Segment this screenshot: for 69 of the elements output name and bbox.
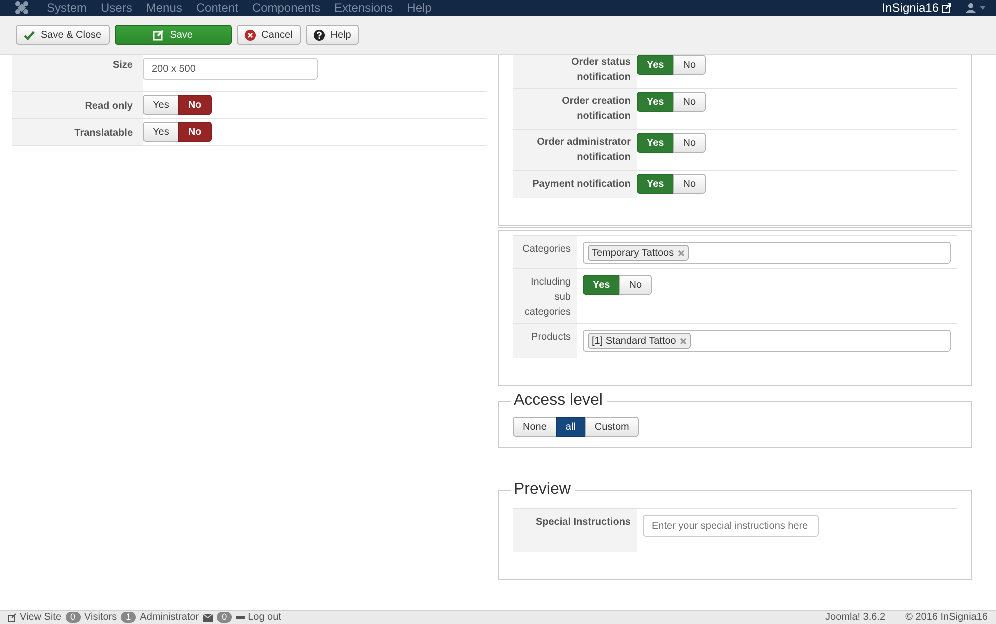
view-site-link[interactable]: View Site	[8, 612, 62, 623]
cancel-icon	[244, 30, 256, 40]
field-label: Translatable	[12, 119, 143, 145]
toggle-option[interactable]: Yes	[637, 92, 674, 112]
user-menu[interactable]	[966, 3, 986, 13]
minus-icon	[236, 613, 246, 622]
field-label: Including sub categories	[513, 269, 577, 323]
caret-icon	[980, 6, 986, 10]
edit-icon	[153, 30, 164, 40]
menu-item[interactable]: System	[47, 1, 88, 15]
status-text: Visitors	[84, 612, 118, 623]
toggle-option[interactable]: Yes	[637, 174, 674, 194]
field-label: Read only	[12, 92, 143, 118]
toggle-option[interactable]: No	[178, 122, 212, 142]
menu-item[interactable]: Menus	[146, 1, 182, 15]
field-label: Categories	[513, 236, 577, 268]
count-badge: 0	[217, 612, 232, 623]
toggle-option[interactable]: No	[619, 275, 652, 295]
count-badge: 0	[66, 612, 81, 623]
site-link[interactable]: InSignia16	[882, 1, 952, 15]
toggle-option[interactable]: No	[673, 133, 706, 153]
field-label: Products	[513, 324, 577, 358]
tag-chip[interactable]: Temporary Tattoos	[588, 245, 690, 261]
text-field[interactable]: Enter your special instructions here	[643, 515, 819, 537]
status-text: © 2016 InSignia16	[906, 612, 988, 623]
toggle-option[interactable]: all	[556, 417, 586, 437]
count-badge: 1	[121, 612, 136, 623]
tag-field[interactable]: [1] Standard Tattoo	[583, 330, 951, 352]
external-link-icon	[942, 3, 952, 13]
logout-link[interactable]: Log out	[236, 612, 282, 623]
toolbar-button[interactable]: Help	[306, 25, 360, 45]
toggle-option[interactable]: No	[673, 92, 706, 112]
user-icon	[966, 3, 976, 13]
toggle-option[interactable]: No	[673, 55, 706, 75]
toolbar-button[interactable]: Save	[114, 25, 232, 45]
logo-icon	[15, 1, 29, 15]
external-link-icon	[8, 613, 17, 622]
toggle-option[interactable]: Custom	[584, 417, 640, 437]
status-text: Joomla! 3.6.2	[826, 612, 886, 623]
field-label: Payment notification	[513, 171, 637, 198]
menu-item[interactable]: Components	[252, 1, 320, 15]
field-label: Order creation notification	[513, 89, 637, 129]
remove-icon	[678, 250, 686, 256]
toggle-option[interactable]: Yes	[637, 55, 674, 75]
field-label: Special Instructions	[513, 509, 637, 552]
field-label: Size	[12, 55, 143, 91]
toggle-option[interactable]: Yes	[143, 122, 180, 142]
field-label: Order status notification	[513, 55, 637, 88]
text-field[interactable]: 200 x 500	[143, 58, 318, 80]
help-icon	[314, 30, 325, 40]
field-label: Order administrator notification	[513, 130, 637, 170]
toolbar-button[interactable]: Cancel	[236, 25, 301, 45]
remove-icon	[680, 338, 688, 344]
mail-icon	[203, 614, 214, 622]
check-icon	[24, 30, 35, 40]
menu-item[interactable]: Users	[101, 1, 132, 15]
toggle-option[interactable]: None	[513, 417, 557, 437]
menu-item[interactable]: Extensions	[334, 1, 394, 15]
menu-item[interactable]: Content	[196, 1, 238, 15]
menu-item[interactable]: Help	[407, 1, 432, 15]
tag-field[interactable]: Temporary Tattoos	[583, 242, 951, 264]
toggle-option[interactable]: Yes	[583, 275, 620, 295]
status-text: Administrator	[140, 612, 200, 623]
toolbar-button[interactable]: Save & Close	[16, 25, 110, 45]
toggle-option[interactable]: Yes	[143, 95, 180, 115]
toggle-option[interactable]: No	[673, 174, 706, 194]
toggle-option[interactable]: No	[178, 95, 212, 115]
toggle-option[interactable]: Yes	[637, 133, 674, 153]
tag-chip[interactable]: [1] Standard Tattoo	[588, 333, 692, 349]
